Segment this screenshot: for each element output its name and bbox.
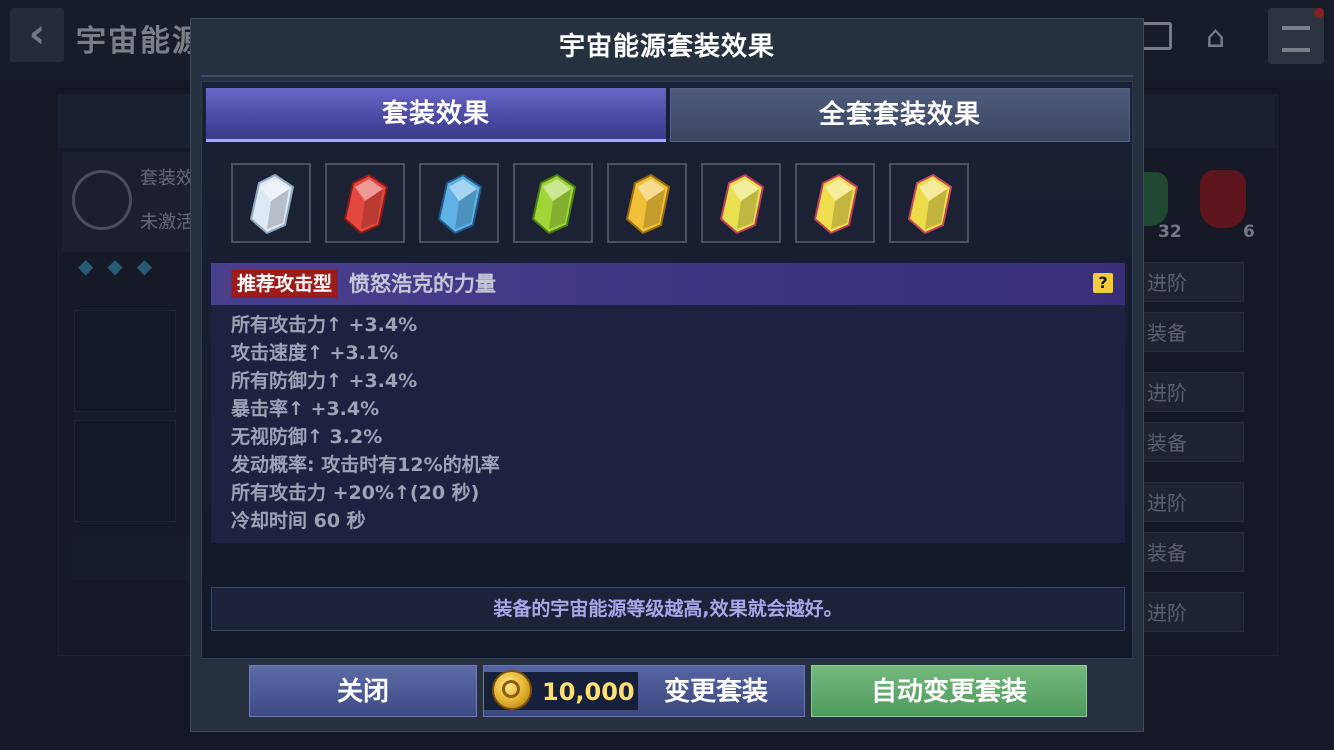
tab-full-set-effect[interactable]: 全套套装效果 <box>670 88 1130 142</box>
gem-slot[interactable] <box>795 163 875 243</box>
gem-slot[interactable] <box>513 163 593 243</box>
close-button[interactable]: 关闭 <box>249 665 477 717</box>
recommend-badge: 推荐攻击型 <box>231 270 339 298</box>
gem-slot[interactable] <box>325 163 405 243</box>
change-set-button[interactable]: 10,000 变更套装 <box>483 665 805 717</box>
rainbow-gem-2-icon <box>813 173 859 235</box>
gem-slot[interactable] <box>419 163 499 243</box>
rainbow-gem-3-icon <box>907 173 953 235</box>
gold-coin-icon <box>492 670 532 710</box>
info-note: 装备的宇宙能源等级越高,效果就会越好。 <box>211 587 1125 631</box>
stat-list: 所有攻击力↑ +3.4% 攻击速度↑ +3.1% 所有防御力↑ +3.4% 暴击… <box>231 311 500 535</box>
title-divider <box>201 75 1133 77</box>
yellow-gem-icon <box>625 173 671 235</box>
set-effect-dialog: 宇宙能源套装效果 套装效果 全套套装效果 推荐攻击型 愤怒浩克的力量 ? 所有攻… <box>190 18 1144 732</box>
red-gem-icon <box>343 173 389 235</box>
rainbow-gem-1-icon <box>719 173 765 235</box>
green-gem-icon <box>531 173 577 235</box>
price-value: 10,000 <box>542 678 635 706</box>
help-icon[interactable]: ? <box>1093 273 1113 293</box>
stat-line: 所有防御力↑ +3.4% <box>231 370 418 392</box>
set-name: 愤怒浩克的力量 <box>349 272 496 296</box>
white-gem-icon <box>249 173 295 235</box>
gem-slot[interactable] <box>231 163 311 243</box>
tab-set-effect[interactable]: 套装效果 <box>206 88 666 142</box>
gem-slot[interactable] <box>889 163 969 243</box>
dialog-title: 宇宙能源套装效果 <box>558 32 775 62</box>
auto-change-set-button[interactable]: 自动变更套装 <box>811 665 1087 717</box>
stat-line: 所有攻击力↑ +3.4% <box>231 314 418 336</box>
stat-line: 攻击速度↑ +3.1% <box>231 342 399 364</box>
gem-slot[interactable] <box>607 163 687 243</box>
stat-line: 发动概率: 攻击时有12%的机率 <box>231 454 500 476</box>
gem-slot[interactable] <box>701 163 781 243</box>
stat-line: 暴击率↑ +3.4% <box>231 398 380 420</box>
stat-line: 所有攻击力 +20%↑(20 秒) <box>231 482 480 504</box>
stat-line: 无视防御↑ 3.2% <box>231 426 383 448</box>
blue-gem-icon <box>437 173 483 235</box>
stat-line: 冷却时间 60 秒 <box>231 510 366 532</box>
change-set-label: 变更套装 <box>664 677 769 707</box>
